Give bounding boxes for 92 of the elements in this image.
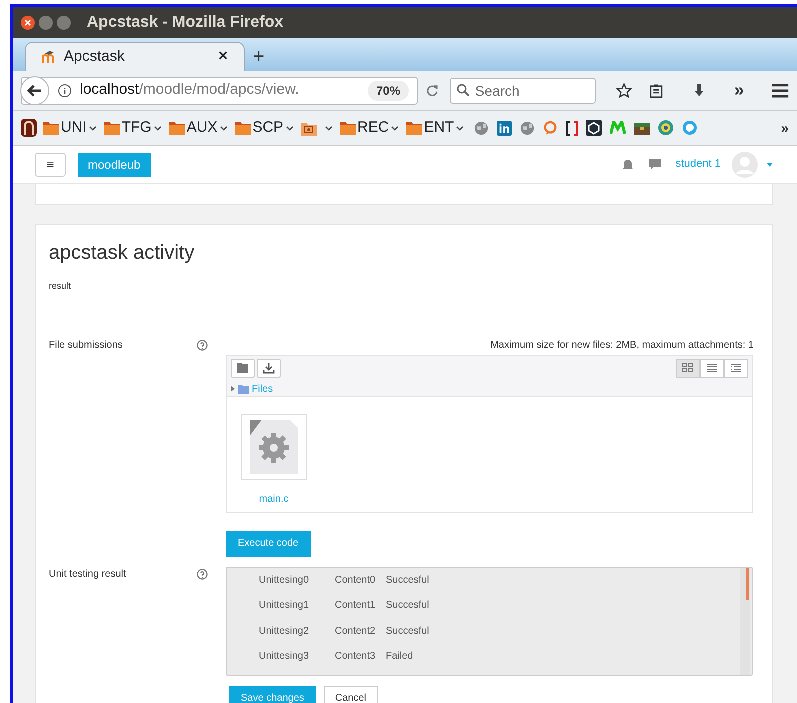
folder-icon	[104, 122, 120, 134]
test-content: Content3	[335, 650, 377, 664]
image-folder-icon	[300, 120, 317, 136]
address-bar[interactable]: localhost/moodle/mod/apcs/view. 70%	[21, 76, 418, 104]
tree-icon	[730, 363, 742, 373]
grid-icon	[682, 363, 694, 373]
test-name: Unittesing2	[259, 624, 310, 638]
view-button[interactable]	[676, 358, 700, 378]
folder-icon	[406, 122, 422, 134]
reload-icon[interactable]	[426, 84, 438, 98]
caret-icon	[391, 126, 400, 130]
close-icon[interactable]	[21, 16, 35, 30]
caret-icon[interactable]	[767, 162, 773, 166]
maximize-icon[interactable]	[57, 16, 71, 30]
caret-icon	[456, 126, 464, 130]
test-result: Succesful	[386, 624, 430, 638]
caret-icon	[324, 126, 333, 130]
page-title: apcstask activity	[49, 241, 196, 266]
bookmark-folder[interactable]: TFG	[104, 116, 162, 140]
linkedin-icon[interactable]	[497, 120, 512, 136]
badge-icon[interactable]	[658, 120, 674, 136]
moodle-logo-icon	[42, 51, 56, 63]
caret-icon	[154, 126, 162, 130]
globe-icon[interactable]	[520, 120, 536, 136]
browser-tab[interactable]: Apcstask ×	[25, 42, 245, 71]
test-result: Succesful	[386, 574, 430, 588]
list-icon	[706, 363, 718, 373]
folder-icon	[340, 122, 356, 134]
zoom-level[interactable]: 70%	[368, 80, 409, 100]
test-content: Content1	[335, 599, 377, 613]
brackets-icon[interactable]	[566, 120, 578, 136]
test-name: Unittesing3	[259, 650, 310, 664]
test-content: Content0	[335, 574, 377, 588]
menu-icon[interactable]	[772, 82, 789, 98]
overflow-button[interactable]: »	[734, 77, 744, 104]
menu-button[interactable]: ≡	[35, 152, 66, 176]
chat-icon[interactable]	[648, 158, 662, 171]
add-folder-button[interactable]	[231, 358, 255, 378]
folder-icon	[234, 122, 251, 134]
bookmark-folder[interactable]	[300, 120, 333, 136]
test-name: Unittesing1	[259, 599, 310, 613]
folder-icon	[168, 122, 185, 134]
speech-icon[interactable]	[543, 120, 558, 136]
star-icon[interactable]	[616, 82, 633, 100]
back-icon[interactable]	[20, 76, 50, 106]
caret-icon	[88, 126, 97, 130]
gear-file-icon	[248, 418, 300, 476]
new-tab-button[interactable]: +	[253, 47, 265, 67]
help-icon[interactable]	[197, 340, 208, 350]
bell-icon[interactable]	[622, 158, 634, 171]
window-title: Apcstask - Mozilla Firefox	[87, 12, 284, 32]
url-text[interactable]: localhost/moodle/mod/apcs/view.	[80, 79, 300, 102]
door-icon[interactable]	[21, 119, 37, 137]
help-icon[interactable]	[197, 568, 208, 580]
tab-label: Apcstask	[64, 46, 125, 67]
clipboard-icon[interactable]	[648, 82, 664, 98]
scrollbar[interactable]	[740, 568, 750, 674]
test-result: Succesful	[386, 599, 430, 613]
folder-icon	[238, 384, 249, 394]
download-icon	[263, 362, 275, 374]
tab-close-button[interactable]: ×	[218, 45, 228, 69]
folder-icon	[237, 363, 249, 373]
scrollbar-thumb[interactable]	[746, 568, 749, 600]
limits-text: Maximum size for new files: 2MB, maximum attachments: 1	[490, 338, 754, 352]
caret-icon	[220, 126, 228, 130]
view-button[interactable]	[700, 358, 724, 378]
globe-icon[interactable]	[474, 120, 490, 136]
search-icon	[457, 84, 470, 96]
cube-icon[interactable]	[586, 120, 602, 136]
folder-icon	[43, 122, 59, 134]
overflow-button[interactable]: »	[781, 118, 789, 138]
field-label: Unit testing result	[49, 568, 128, 582]
bookmark-folder[interactable]: ENT	[406, 116, 464, 140]
cloud-icon[interactable]	[682, 120, 698, 136]
bookmark-folder[interactable]: AUX	[168, 116, 228, 140]
test-content: Content2	[335, 624, 377, 638]
info-icon[interactable]	[58, 84, 72, 98]
field-label: File submissions	[49, 338, 124, 352]
test-result: Failed	[386, 650, 414, 664]
bookmark-folder[interactable]: SCP	[234, 116, 294, 140]
test-name: Unittesing0	[259, 574, 310, 588]
bookmark-folder[interactable]: UNI	[43, 116, 97, 140]
file-thumbnail[interactable]	[241, 414, 307, 480]
chest-icon[interactable]	[634, 121, 650, 135]
view-button[interactable]	[724, 358, 748, 378]
cancel-button[interactable]: Cancel	[324, 686, 378, 703]
bookmark-folder[interactable]: REC	[340, 116, 400, 140]
caret-icon	[286, 126, 294, 130]
description-text: result	[49, 280, 72, 293]
download-button[interactable]	[257, 358, 281, 378]
expand-arrow-icon[interactable]	[231, 386, 235, 392]
search-field[interactable]: Search	[450, 78, 596, 104]
